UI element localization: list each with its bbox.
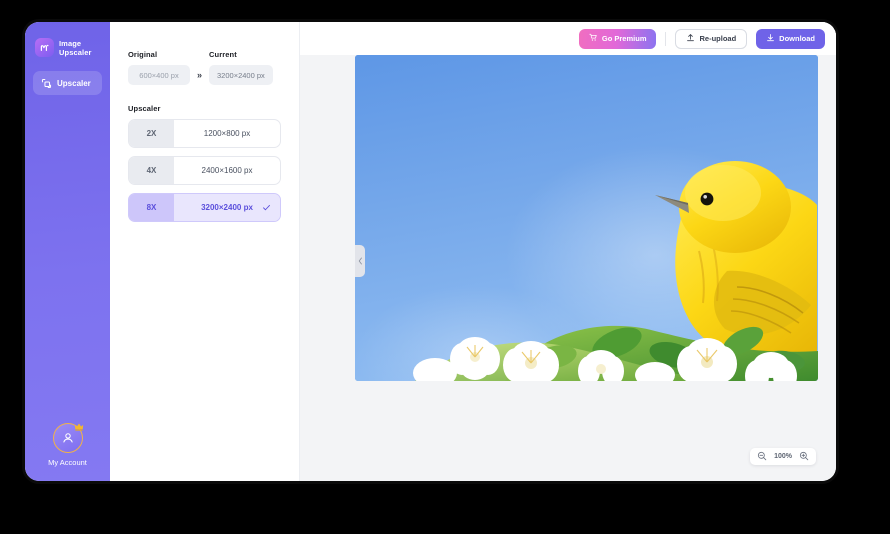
option-multiplier: 8X (129, 194, 174, 221)
my-account-label: My Account (48, 458, 87, 467)
sidebar: Image Upscaler Upscaler My Account (25, 22, 110, 481)
m-logo-icon (35, 38, 54, 57)
go-premium-label: Go Premium (601, 34, 647, 43)
my-account[interactable]: My Account (25, 423, 110, 467)
option-multiplier: 4X (129, 157, 174, 184)
person-icon (62, 433, 73, 443)
option-dimensions: 2400×1600 px (201, 166, 253, 175)
upscaler-option-8x[interactable]: 8X 3200×2400 px (128, 193, 281, 222)
go-premium-button[interactable]: Go Premium (578, 28, 657, 49)
panel-collapse-toggle[interactable] (355, 245, 365, 277)
download-arrow-icon (766, 33, 775, 44)
zoom-level-value: 100% (774, 453, 792, 460)
zoom-out-icon[interactable] (757, 448, 767, 466)
sidebar-item-upscaler[interactable]: Upscaler (33, 71, 102, 95)
original-label: Original (128, 50, 158, 59)
size-comparison-row: Original 600×400 px » Current 3200×2400 … (128, 50, 281, 85)
original-size-value: 600×400 px (128, 65, 190, 85)
current-size-value: 3200×2400 px (209, 65, 273, 85)
canvas-area: Go Premium Re-upload Download 100% (300, 22, 836, 481)
upscaler-icon (40, 77, 52, 89)
sidebar-item-label: Upscaler (57, 78, 91, 88)
upscaler-section-label: Upscaler (128, 104, 161, 113)
preview-image[interactable] (355, 55, 818, 381)
current-label: Current (209, 50, 237, 59)
re-upload-button[interactable]: Re-upload (675, 28, 748, 49)
brand-name-line1: Image (59, 38, 82, 48)
original-size-group: Original 600×400 px (128, 50, 190, 85)
image-stage (355, 55, 818, 381)
upscaler-option-4x[interactable]: 4X 2400×1600 px (128, 156, 281, 185)
download-label: Download (779, 34, 815, 43)
crown-icon (74, 421, 85, 432)
app-window: Image Upscaler Upscaler My Account Origi… (25, 22, 836, 481)
upscaler-option-2x[interactable]: 2X 1200×800 px (128, 119, 281, 148)
toolbar-divider (665, 31, 667, 46)
chevron-left-icon (358, 252, 363, 270)
cart-icon (589, 33, 598, 44)
avatar-wrapper (52, 421, 85, 453)
zoom-controls: 100% (750, 448, 816, 465)
option-dimensions: 1200×800 px (203, 129, 251, 138)
brand-name: Image Upscaler (59, 39, 92, 57)
option-dimensions: 3200×2400 px (174, 194, 280, 221)
check-icon (262, 203, 271, 212)
zoom-in-icon[interactable] (799, 448, 809, 466)
brand-name-line2: Upscaler (59, 47, 92, 57)
re-upload-label: Re-upload (699, 34, 737, 43)
option-dimensions-text: 3200×2400 px (201, 203, 253, 212)
upload-arrow-icon (686, 33, 695, 44)
brand-logo[interactable]: Image Upscaler (25, 32, 110, 57)
download-button[interactable]: Download (756, 28, 825, 49)
size-arrow-icon: » (197, 70, 203, 80)
toolbar: Go Premium Re-upload Download (300, 22, 836, 55)
current-size-group: Current 3200×2400 px (209, 50, 273, 85)
option-multiplier: 2X (129, 120, 174, 147)
settings-panel: Original 600×400 px » Current 3200×2400 … (110, 22, 300, 481)
